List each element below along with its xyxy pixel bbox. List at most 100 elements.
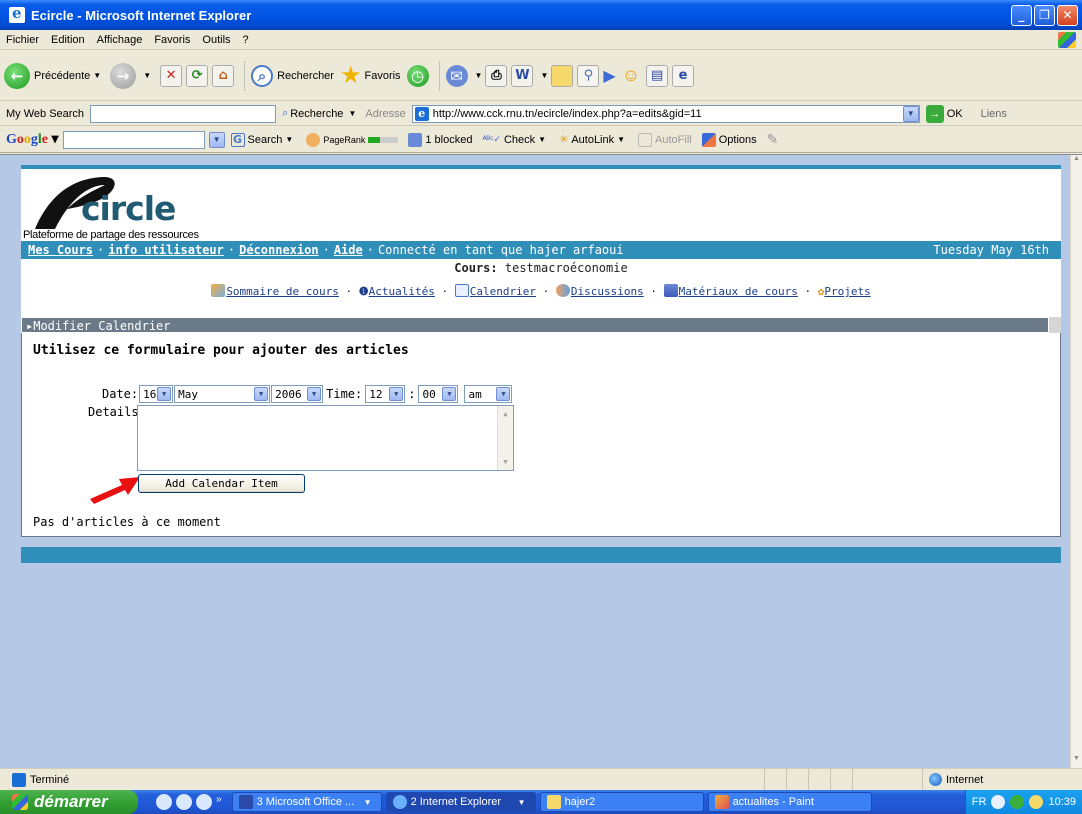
spell-check-button[interactable]: ᴬᴮᶜ✓ Check ▼ [482, 134, 549, 146]
discuss-icon[interactable]: ▤ [646, 64, 669, 87]
minute-select[interactable]: 00 ▼ [418, 385, 459, 403]
scroll-up-icon[interactable]: ▲ [1071, 155, 1082, 169]
minimize-button[interactable]: _ [1011, 4, 1032, 26]
date-time-row: Date: 16 ▼ May ▼ 2006 ▼ Time: 12 ▼ : 00 ▼ am ▼ [102, 385, 515, 403]
address-input[interactable]: e http://www.cck.rnu.tn/ecircle/index.ph… [411, 104, 920, 123]
chevron-right-icon[interactable]: » [216, 794, 222, 810]
word-edit-icon[interactable]: W [511, 64, 534, 87]
home-icon[interactable]: ⌂ [212, 64, 235, 87]
toolbar-extra-icon[interactable]: e [672, 64, 695, 87]
go-arrow-icon[interactable]: → [925, 104, 944, 123]
hour-select[interactable]: 12 ▼ [365, 385, 406, 403]
link-discussions[interactable]: Discussions [571, 285, 644, 298]
ie-icon [392, 795, 407, 809]
nav-aide[interactable]: Aide [334, 243, 363, 257]
autolink-icon: ✳ [559, 134, 569, 146]
favorites-button[interactable]: ★ Favoris [340, 61, 401, 90]
link-actualites[interactable]: Actualités [369, 285, 435, 298]
ok-button[interactable]: OK [947, 108, 963, 120]
windows-flag-icon [1058, 31, 1076, 48]
mail-icon[interactable]: ✉ [445, 64, 468, 87]
autofill-button[interactable]: AutoFill [638, 132, 692, 147]
form-heading: Utilisez ce formulaire pour ajouter des … [33, 343, 409, 358]
ie-app-icon [9, 4, 25, 23]
task-microsoft-office[interactable]: 3 Microsoft Office ... ▼ [231, 792, 382, 812]
year-select[interactable]: 2006 ▼ [271, 385, 324, 403]
pagerank-indicator[interactable]: PageRank [306, 132, 399, 147]
star-icon: ★ [339, 62, 362, 89]
popup-blocked-icon [408, 132, 423, 147]
tray-update-icon[interactable] [1029, 795, 1044, 809]
google-logo[interactable]: Google ▾ [6, 131, 59, 148]
add-calendar-item-button[interactable]: Add Calendar Item [138, 474, 305, 493]
date-label: Date: [102, 387, 139, 401]
task-internet-explorer[interactable]: 2 Internet Explorer ▼ [385, 792, 536, 812]
menu-affichage[interactable]: Affichage [97, 34, 143, 46]
back-button[interactable]: ← Précédente ▼ [4, 62, 104, 89]
refresh-icon[interactable]: ⟳ [186, 64, 209, 87]
options-button[interactable]: Options [701, 132, 757, 147]
ampm-select[interactable]: am ▼ [464, 385, 513, 403]
page-scrollbar[interactable]: ▲ ▼ [1070, 155, 1082, 769]
popup-blocker[interactable]: 1 blocked [408, 132, 472, 147]
my-web-search-label: My Web Search [6, 107, 85, 120]
print-icon[interactable]: ⎙ [485, 64, 508, 87]
research-icon[interactable]: ⚲ [577, 64, 600, 87]
page-done-icon [12, 772, 26, 787]
close-button[interactable]: ✕ [1057, 4, 1078, 26]
page-viewport: circle Plateforme de partage des ressour… [0, 154, 1082, 769]
system-tray: FR 10:39 [964, 790, 1082, 814]
discussions-icon [555, 284, 570, 297]
globe-icon [929, 773, 942, 786]
tray-network-icon[interactable] [1010, 795, 1025, 809]
search-button[interactable]: ⌕ Rechercher [251, 64, 334, 87]
link-sommaire[interactable]: Sommaire de cours [226, 285, 339, 298]
forward-button[interactable]: → ▼ [110, 62, 154, 89]
google-history-dropdown-icon[interactable]: ▼ [208, 131, 225, 148]
nav-mes-cours[interactable]: Mes Cours [28, 243, 93, 257]
recherche-dropdown-icon[interactable]: ▼ [348, 109, 356, 118]
ie-quicklaunch-icon[interactable] [176, 794, 192, 810]
task-paint[interactable]: actualites - Paint [707, 792, 872, 812]
desktop-icon[interactable] [156, 794, 172, 810]
address-dropdown-icon[interactable]: ▼ [902, 105, 919, 122]
pencil-icon[interactable]: ✎ [767, 131, 779, 148]
link-calendrier[interactable]: Calendrier [470, 285, 536, 298]
textarea-scrollbar[interactable]: ▲ ▼ [497, 406, 513, 470]
google-search-input[interactable] [62, 130, 205, 149]
link-projets[interactable]: Projets [824, 285, 870, 298]
link-materiaux[interactable]: Matériaux de cours [679, 285, 798, 298]
my-web-search-input[interactable] [90, 104, 277, 123]
sommaire-icon [211, 284, 226, 297]
messenger-icon[interactable]: ☺ [622, 65, 640, 86]
folder-icon[interactable] [551, 64, 574, 87]
menu-help[interactable]: ? [243, 34, 249, 46]
nav-deconnexion[interactable]: Déconnexion [239, 243, 318, 257]
task-hajer2-folder[interactable]: hajer2 [539, 792, 704, 812]
day-select[interactable]: 16 ▼ [139, 385, 174, 403]
autolink-button[interactable]: ✳ AutoLink ▼ [559, 133, 628, 147]
word-icon [238, 795, 253, 809]
menu-favoris[interactable]: Favoris [154, 34, 190, 46]
links-label[interactable]: Liens [981, 108, 1007, 120]
recherche-button[interactable]: ⌕ Recherche [282, 107, 343, 120]
menu-edition[interactable]: Edition [51, 34, 85, 46]
start-button[interactable]: démarrer [0, 790, 138, 814]
maximize-button[interactable]: ❐ [1034, 4, 1055, 26]
menu-fichier[interactable]: Fichier [6, 34, 39, 46]
chevron-down-icon: ▼ [254, 387, 269, 401]
info-icon: ❶ [358, 285, 369, 298]
history-icon[interactable]: ◷ [406, 64, 429, 87]
pointer-icon[interactable]: ▶ [603, 66, 615, 86]
language-indicator[interactable]: FR [972, 796, 987, 808]
status-bar: Terminé Internet [0, 768, 1082, 790]
details-textarea[interactable]: ▲ ▼ [137, 405, 514, 471]
nav-info-utilisateur[interactable]: info utilisateur [108, 243, 224, 257]
menu-outils[interactable]: Outils [202, 34, 230, 46]
google-search-button[interactable]: G Search ▼ [230, 132, 297, 147]
month-select[interactable]: May ▼ [174, 385, 271, 403]
stop-icon[interactable]: ✕ [160, 64, 183, 87]
tray-arrow-icon[interactable] [991, 795, 1006, 809]
media-icon[interactable] [196, 794, 212, 810]
scroll-down-icon[interactable]: ▼ [1071, 755, 1082, 769]
